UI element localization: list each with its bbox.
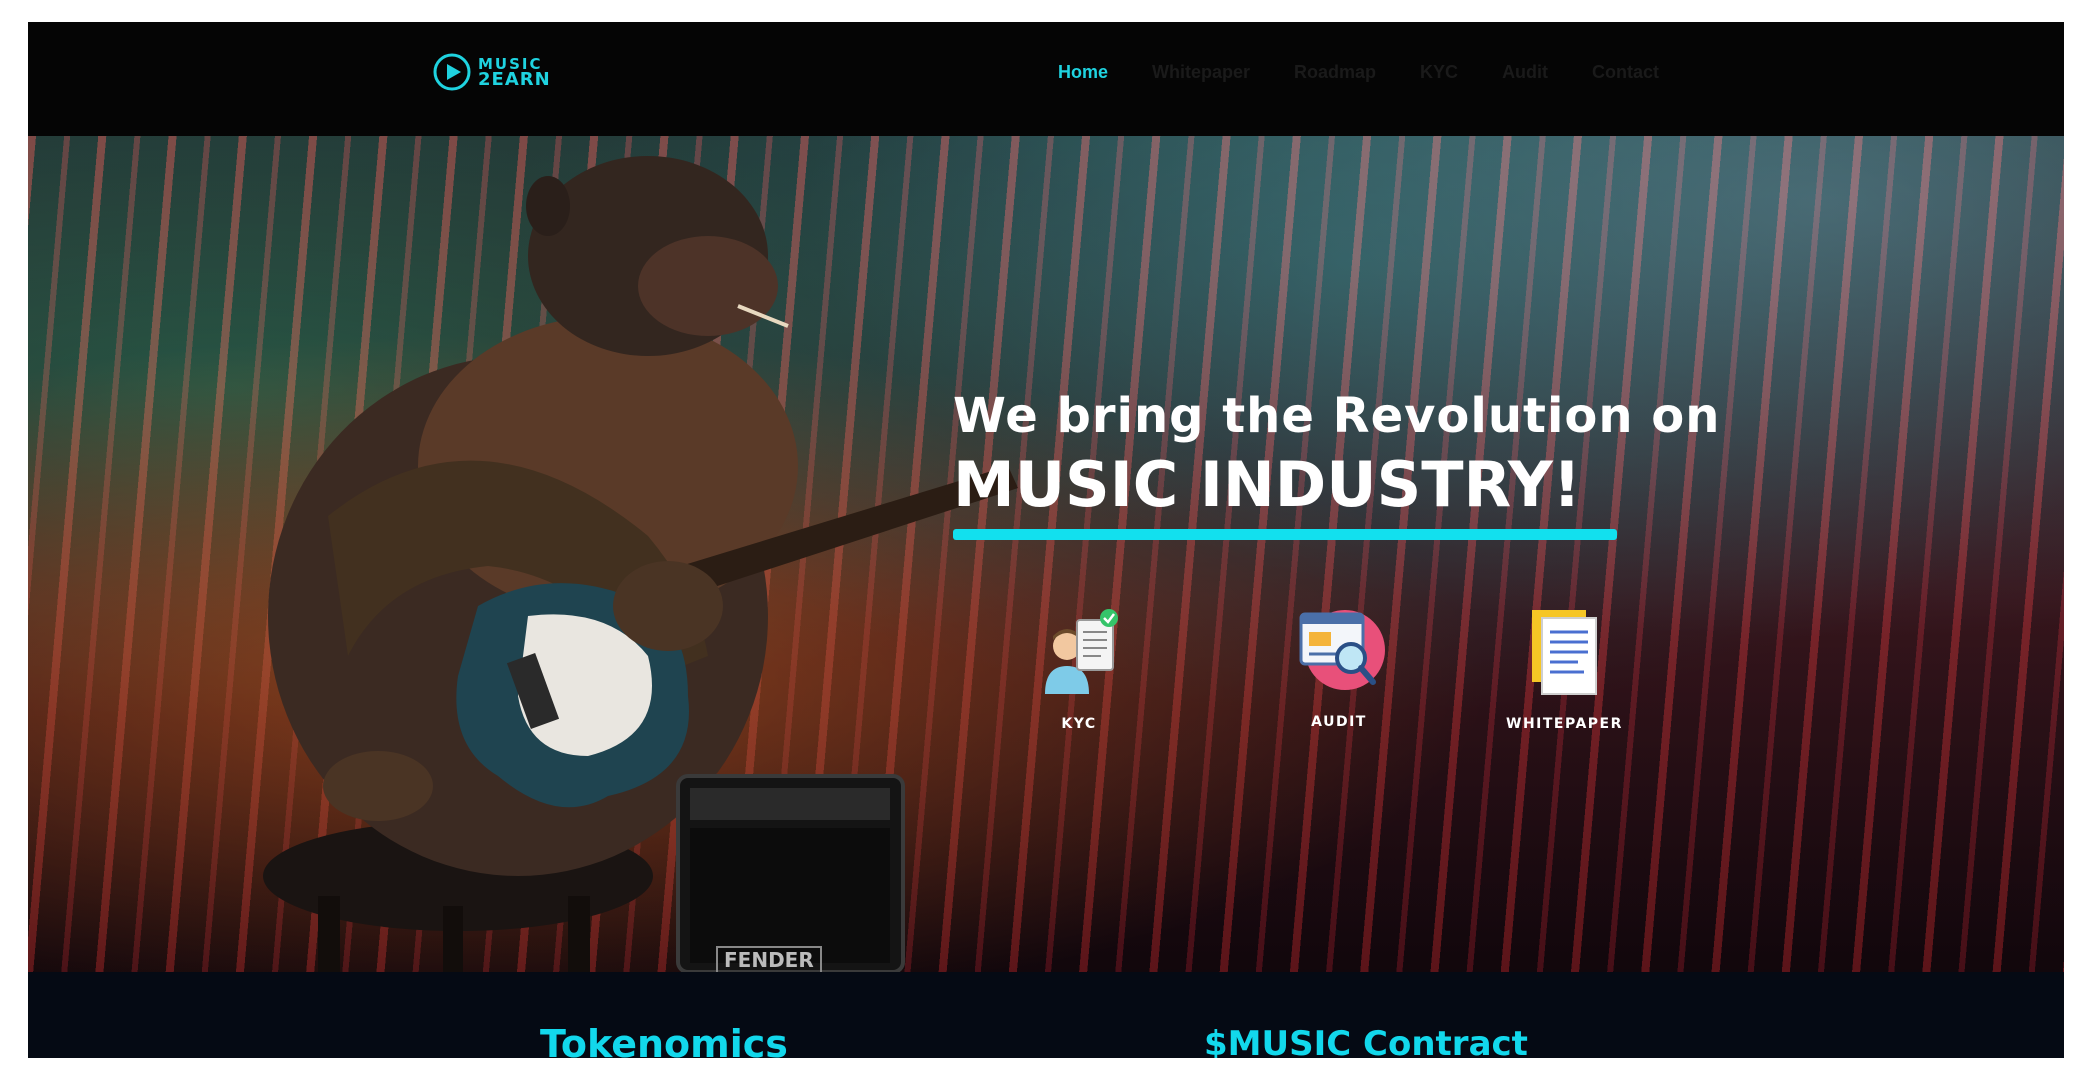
kyc-document-icon xyxy=(1045,609,1118,694)
hero-tagline: We bring the Revolution on xyxy=(953,388,1721,444)
feature-whitepaper-label: WHITEPAPER xyxy=(1506,716,1623,732)
hero-heading: We bring the Revolution on MUSIC INDUSTR… xyxy=(953,388,1720,521)
browser-viewport: MUSIC 2EARN Home Whitepaper Roadmap KYC … xyxy=(28,22,2064,1058)
contract-heading: $MUSIC Contract xyxy=(1204,1024,1528,1058)
feature-audit-label: AUDIT xyxy=(1311,714,1367,730)
top-navbar: MUSIC 2EARN Home Whitepaper Roadmap KYC … xyxy=(28,22,2064,136)
feature-kyc-label: KYC xyxy=(1061,716,1097,732)
feature-whitepaper[interactable]: WHITEPAPER xyxy=(1506,606,1623,732)
whitepaper-pages-icon xyxy=(1532,610,1598,695)
logo-wordmark: MUSIC 2EARN xyxy=(478,57,551,90)
feature-audit[interactable]: AUDIT xyxy=(1293,604,1385,730)
play-circle-logo-icon xyxy=(433,53,471,91)
tokenomics-heading: Tokenomics xyxy=(540,1022,788,1058)
nav-home[interactable]: Home xyxy=(1058,62,1108,83)
site-logo[interactable]: MUSIC 2EARN xyxy=(432,50,551,94)
audit-magnifier-icon xyxy=(1299,610,1385,690)
nav-contact[interactable]: Contact xyxy=(1592,62,1659,83)
headline-underline xyxy=(953,529,1617,540)
amp-brand-label: FENDER xyxy=(716,946,822,972)
nav-roadmap[interactable]: Roadmap xyxy=(1294,62,1376,83)
chimp-guitarist-image xyxy=(263,156,1018,972)
feature-kyc[interactable]: KYC xyxy=(1033,606,1125,732)
hero-banner: FENDER We bring the Revolution on MUSIC … xyxy=(28,136,2064,972)
nav-kyc[interactable]: KYC xyxy=(1420,62,1458,83)
info-section: Tokenomics $MUSIC Contract xyxy=(28,972,2064,1058)
logo-line-2: 2EARN xyxy=(478,69,551,90)
nav-whitepaper[interactable]: Whitepaper xyxy=(1152,62,1250,83)
main-nav: Home Whitepaper Roadmap KYC Audit Contac… xyxy=(1058,62,1659,83)
nav-audit[interactable]: Audit xyxy=(1502,62,1548,83)
hero-headline: MUSIC INDUSTRY! xyxy=(953,448,1582,521)
